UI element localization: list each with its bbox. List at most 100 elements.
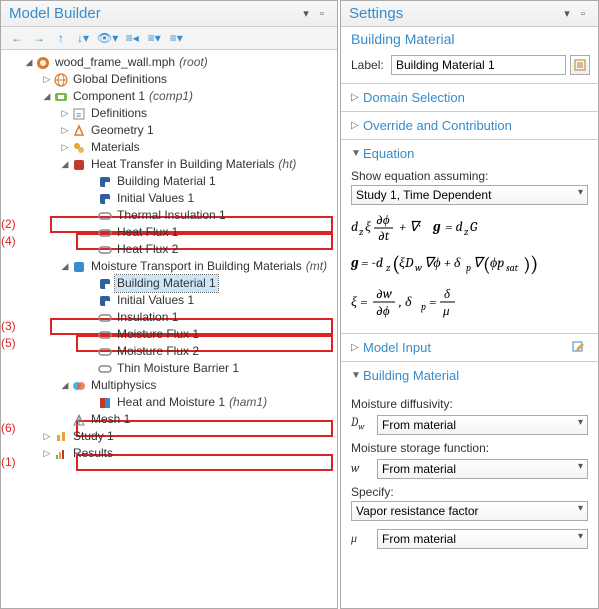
model-tree[interactable]: (2) (4) (3) (5) (6) (1) ◢ wood_frame_wal… <box>1 50 337 608</box>
tree-defs[interactable]: ▷ ≡ Definitions <box>5 105 335 122</box>
tree-mt-mf1[interactable]: Moisture Flux 1 <box>5 326 335 343</box>
tree-mt-mf2[interactable]: Moisture Flux 2 <box>5 343 335 360</box>
tree-mesh[interactable]: Mesh 1 <box>5 411 335 428</box>
svg-text:ξ =: ξ = <box>351 293 368 310</box>
tree-ht-hf2[interactable]: Heat Flux 2 <box>5 241 335 258</box>
tree-root[interactable]: ◢ wood_frame_wall.mph (root) <box>5 54 335 71</box>
tree-globaldef[interactable]: ▷ Global Definitions <box>5 71 335 88</box>
tree-ham[interactable]: Heat and Moisture 1 (ham1) <box>5 394 335 411</box>
svg-text:): ) <box>530 251 538 277</box>
tree-geom[interactable]: ▷ Geometry 1 <box>5 122 335 139</box>
forward-button[interactable]: → <box>31 30 47 46</box>
svg-text:= -d: = -d <box>361 254 383 271</box>
expand-icon[interactable]: ▷ <box>59 122 71 139</box>
results-icon <box>53 447 69 461</box>
expand-icon[interactable]: ▷ <box>59 105 71 122</box>
model-builder-panel: Model Builder ▾ ▫ ← → ↑ ↓▾ 👁▾ ≡◂ ≡▾ ≡▾ (… <box>0 0 338 609</box>
model-builder-toolbar: ← → ↑ ↓▾ 👁▾ ≡◂ ≡▾ ≡▾ <box>1 27 337 50</box>
back-button[interactable]: ← <box>9 30 25 46</box>
svg-text:p: p <box>466 262 471 274</box>
section-override-toggle[interactable]: ▷ Override and Contribution <box>341 112 598 139</box>
svg-text:z: z <box>359 226 364 238</box>
bm-icon <box>97 277 113 291</box>
pin-icon[interactable]: ▾ <box>560 7 574 21</box>
pin-icon[interactable]: ▾ <box>299 7 313 21</box>
svg-text:∂ϕ: ∂ϕ <box>376 304 390 319</box>
bm-icon <box>97 175 113 189</box>
spec-label: Specify: <box>351 485 588 499</box>
tree-ht-ti[interactable]: Thermal Insulation 1 <box>5 207 335 224</box>
msf-label: Moisture storage function: <box>351 441 588 455</box>
tree-ht-hf1[interactable]: Heat Flux 1 <box>5 224 335 241</box>
expand-icon[interactable]: ▷ <box>41 428 53 445</box>
tree-mt-bm[interactable]: Building Material 1 <box>5 275 335 292</box>
tree-mt-ins[interactable]: Insulation 1 <box>5 309 335 326</box>
minimize-icon[interactable]: ▫ <box>315 7 329 21</box>
boundary-icon <box>97 209 113 223</box>
tree-study[interactable]: ▷ Study 1 <box>5 428 335 445</box>
svg-text:≡: ≡ <box>76 110 81 120</box>
minimize-icon[interactable]: ▫ <box>576 7 590 21</box>
expand-icon[interactable]: ◢ <box>41 88 53 105</box>
root-label: wood_frame_wall.mph <box>53 54 177 71</box>
svg-text:g: g <box>432 218 441 235</box>
msf-row: w <box>351 457 588 479</box>
tree-multiphysics[interactable]: ◢ Multiphysics <box>5 377 335 394</box>
boundary-icon <box>97 243 113 257</box>
svg-text:∇ϕ + δ: ∇ϕ + δ <box>424 254 461 271</box>
section-buildingmat-toggle[interactable]: ▼ Building Material <box>341 362 598 389</box>
section-equation-toggle[interactable]: ▼ Equation <box>341 140 598 167</box>
edit-icon[interactable] <box>570 341 588 355</box>
show-button[interactable]: 👁▾ <box>97 30 118 46</box>
dw-select[interactable] <box>377 415 588 435</box>
iv-icon <box>97 192 113 206</box>
show-name-button[interactable] <box>570 55 590 75</box>
svg-text:+ ∇·: + ∇· <box>399 218 421 235</box>
tree-mt-iv[interactable]: Initial Values 1 <box>5 292 335 309</box>
tree-ht-iv[interactable]: Initial Values 1 <box>5 190 335 207</box>
moisture-icon <box>71 260 87 274</box>
tree-mt[interactable]: ◢ Moisture Transport in Building Materia… <box>5 258 335 275</box>
svg-text:∂w: ∂w <box>376 287 393 302</box>
mu-select[interactable] <box>377 529 588 549</box>
w-select[interactable] <box>377 459 588 479</box>
svg-text:w: w <box>415 262 422 274</box>
tree-mt-tmb[interactable]: Thin Moisture Barrier 1 <box>5 360 335 377</box>
settings-title: Settings <box>349 5 560 22</box>
tree-options-button[interactable]: ≡▾ <box>168 30 184 46</box>
component-icon <box>53 90 69 104</box>
label-caption: Label: <box>351 58 391 72</box>
expand-icon[interactable]: ▷ <box>41 71 53 88</box>
expand-icon[interactable]: ▷ <box>59 139 71 156</box>
section-modelinput-toggle[interactable]: ▷ Model Input <box>341 334 598 361</box>
up-button[interactable]: ↑ <box>53 30 69 46</box>
down-button[interactable]: ↓▾ <box>75 30 91 46</box>
tree-mats[interactable]: ▷ Materials <box>5 139 335 156</box>
section-domain-toggle[interactable]: ▷ Domain Selection <box>341 84 598 111</box>
expand-icon[interactable]: ◢ <box>59 377 71 394</box>
tree-ht[interactable]: ◢ Heat Transfer in Building Materials (h… <box>5 156 335 173</box>
multiphysics-icon <box>71 379 87 393</box>
study-select[interactable] <box>351 185 588 205</box>
svg-text:sat: sat <box>506 262 519 274</box>
boundary-icon <box>97 226 113 240</box>
expand-icon[interactable]: ▷ <box>41 445 53 462</box>
model-builder-header: Model Builder ▾ ▫ <box>1 1 337 27</box>
collapse-button[interactable]: ≡◂ <box>124 30 140 46</box>
boundary-icon <box>97 328 113 342</box>
spec-select[interactable] <box>351 501 588 521</box>
expand-icon[interactable]: ◢ <box>23 54 35 71</box>
study-icon <box>53 430 69 444</box>
chevron-down-icon: ▼ <box>351 148 363 159</box>
expand-button[interactable]: ≡▾ <box>146 30 162 46</box>
chevron-down-icon: ▼ <box>351 370 363 381</box>
tree-ht-bm[interactable]: Building Material 1 <box>5 173 335 190</box>
expand-icon[interactable]: ◢ <box>59 258 71 275</box>
tree-comp1[interactable]: ◢ Component 1 (comp1) <box>5 88 335 105</box>
tree-results[interactable]: ▷ Results <box>5 445 335 462</box>
iv-icon <box>97 294 113 308</box>
expand-icon[interactable]: ◢ <box>59 156 71 173</box>
label-input[interactable] <box>391 55 566 75</box>
ham-icon <box>97 396 113 410</box>
settings-body: Label: ▷ Domain Selection ▷ Override and… <box>341 53 598 608</box>
